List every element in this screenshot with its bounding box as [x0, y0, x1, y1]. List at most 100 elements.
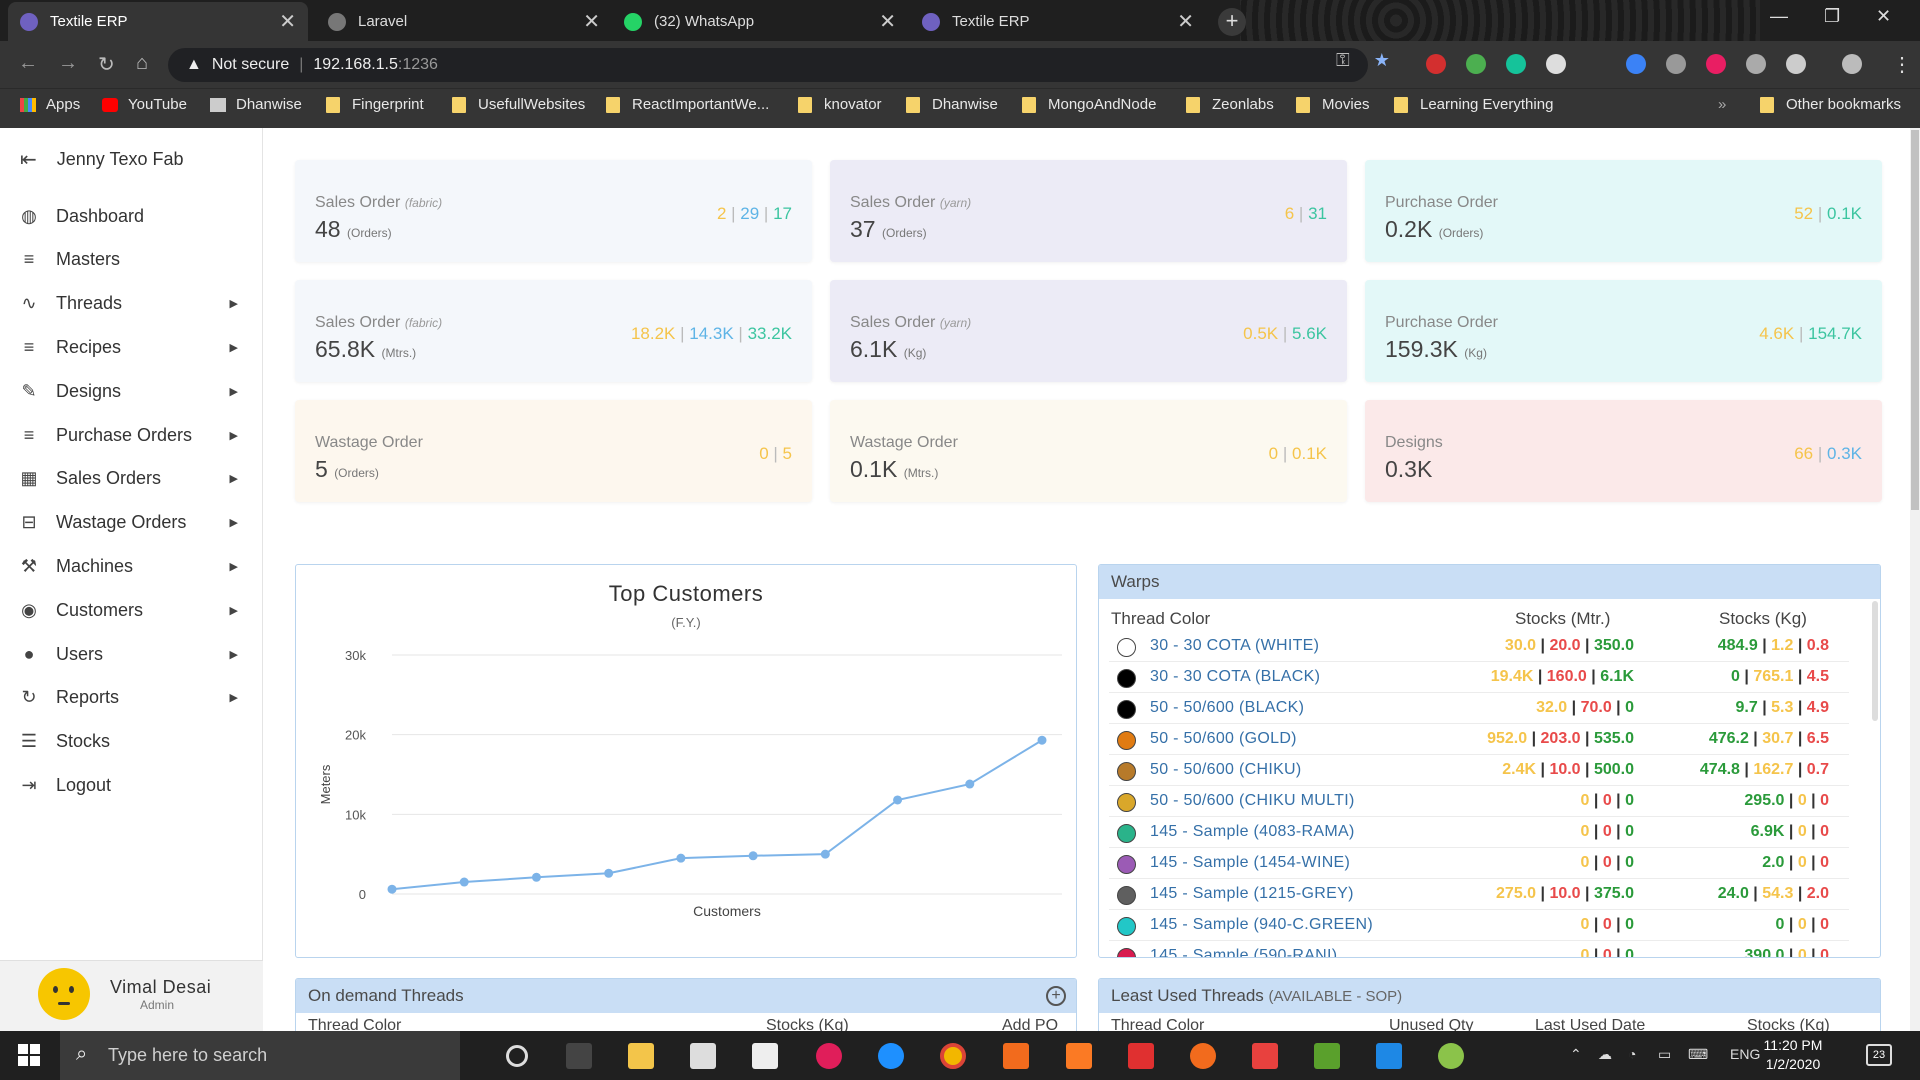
slack-icon[interactable] — [816, 1043, 842, 1069]
bookmark-folder[interactable]: Learning Everything — [1394, 96, 1553, 113]
grammarly-extension-icon[interactable] — [1506, 54, 1526, 74]
sidebar-item-recipes[interactable]: ≡ Recipes ▶ — [0, 327, 262, 367]
forward-icon[interactable]: → — [58, 52, 78, 75]
bookmark-folder[interactable]: knovator — [798, 96, 882, 113]
extension-icon[interactable] — [1466, 54, 1486, 74]
table-row[interactable]: 145 - Sample (4083-RAMA) 0 | 0 | 0 6.9K | … — [1109, 817, 1849, 848]
table-row[interactable]: 145 - Sample (1454-WINE) 0 | 0 | 0 2.0 | 0… — [1109, 848, 1849, 879]
new-tab-button[interactable]: + — [1218, 8, 1246, 36]
extension-icon[interactable] — [1626, 54, 1646, 74]
table-row[interactable]: 50 - 50/600 (GOLD) 952.0 | 203.0 | 535.0 4… — [1109, 724, 1849, 755]
chrome-icon[interactable] — [940, 1043, 966, 1069]
battery-icon[interactable]: ▭ — [1658, 1046, 1671, 1063]
tray-overflow-icon[interactable]: ⌃ — [1570, 1046, 1582, 1063]
table-row[interactable]: 145 - Sample (1215-GREY) 275.0 | 10.0 | 3… — [1109, 879, 1849, 910]
add-circle-icon[interactable]: + — [1046, 986, 1066, 1006]
browser-tab[interactable]: Laravel ✕ — [316, 2, 612, 41]
sidebar-item-machines[interactable]: ⚒ Machines ▶ — [0, 546, 262, 586]
table-row[interactable]: 30 - 30 COTA (WHITE) 30.0 | 20.0 | 350.0 4… — [1109, 631, 1849, 662]
bookmark-folder[interactable]: Zeonlabs — [1186, 96, 1274, 113]
file-explorer-icon[interactable] — [628, 1043, 654, 1069]
sidebar-item-threads[interactable]: ∿ Threads ▶ — [0, 284, 262, 324]
postman-icon[interactable] — [1003, 1043, 1029, 1069]
stat-card[interactable]: Purchase Order 0.2K (Orders) 52 | 0.1K — [1365, 160, 1882, 262]
app-icon[interactable] — [1190, 1043, 1216, 1069]
edge-icon[interactable] — [878, 1043, 904, 1069]
browser-tab[interactable]: Textile ERP ✕ — [910, 2, 1206, 41]
sidebar-item-logout[interactable]: ⇥ Logout — [0, 765, 262, 805]
stat-card[interactable]: Sales Order (fabric) 48 (Orders) 2 | 29 | … — [295, 160, 812, 262]
table-row[interactable]: 50 - 50/600 (BLACK) 32.0 | 70.0 | 0 9.7 | … — [1109, 693, 1849, 724]
color-extension-icon[interactable] — [1706, 54, 1726, 74]
home-icon[interactable]: ⌂ — [136, 52, 148, 75]
taskbar-search[interactable]: ⌕ Type here to search — [60, 1031, 460, 1080]
tab-close-icon[interactable]: ✕ — [583, 9, 600, 34]
windows-start-icon[interactable] — [18, 1044, 40, 1066]
stat-card[interactable]: Purchase Order 159.3K (Kg) 4.6K | 154.7K — [1365, 280, 1882, 382]
anydesk-icon[interactable] — [1252, 1043, 1278, 1069]
stat-card[interactable]: Sales Order (fabric) 65.8K (Mtrs.) 18.2K |… — [295, 280, 812, 382]
stat-card[interactable]: Sales Order (yarn) 6.1K (Kg) 0.5K | 5.6K — [830, 280, 1347, 382]
page-scrollbar-thumb[interactable] — [1911, 130, 1919, 510]
profile-avatar-icon[interactable] — [1842, 54, 1862, 74]
browser-tab[interactable]: (32) WhatsApp ✕ — [612, 2, 908, 41]
stat-card[interactable]: Sales Order (yarn) 37 (Orders) 6 | 31 — [830, 160, 1347, 262]
vscode-icon[interactable] — [1376, 1043, 1402, 1069]
xampp-icon[interactable] — [1066, 1043, 1092, 1069]
bookmark-folder[interactable]: Movies — [1296, 96, 1370, 113]
minimize-icon[interactable]: — — [1770, 6, 1788, 27]
sidebar-item-designs[interactable]: ✎ Designs ▶ — [0, 371, 262, 411]
app-icon[interactable] — [1128, 1043, 1154, 1069]
collapse-menu-icon[interactable]: ⇤ — [20, 147, 37, 172]
warps-scrollbar[interactable] — [1872, 601, 1878, 721]
sidebar-item-users[interactable]: ● Users ▶ — [0, 634, 262, 674]
bookmark-dhanwise[interactable]: Dhanwise — [210, 96, 302, 113]
tab-close-icon[interactable]: ✕ — [879, 9, 896, 34]
bookmark-apps[interactable]: Apps — [20, 96, 80, 113]
chat-extension-icon[interactable] — [1546, 54, 1566, 74]
bookmark-folder[interactable]: Fingerprint — [326, 96, 424, 113]
notification-center-icon[interactable]: 23 — [1866, 1044, 1892, 1066]
sidebar-item-customers[interactable]: ◉ Customers ▶ — [0, 590, 262, 630]
url-bar[interactable]: ▲ Not secure | 192.168.1.5:1236 — [168, 48, 1368, 82]
sidebar-item-sales-orders[interactable]: ▦ Sales Orders ▶ — [0, 459, 262, 499]
bookmark-youtube[interactable]: YouTube — [102, 96, 187, 113]
sidebar-item-dashboard[interactable]: ◍ Dashboard — [0, 196, 262, 236]
key-icon[interactable]: ⚿ — [1336, 50, 1350, 71]
sidebar-item-wastage-orders[interactable]: ⊟ Wastage Orders ▶ — [0, 503, 262, 543]
bookmark-folder[interactable]: ReactImportantWe... — [606, 96, 769, 113]
tab-close-icon[interactable]: ✕ — [1177, 9, 1194, 34]
sidebar-item-stocks[interactable]: ☰ Stocks — [0, 722, 262, 762]
task-view-icon[interactable] — [566, 1043, 592, 1069]
table-row[interactable]: 145 - Sample (590-RANI) 0 | 0 | 0 390.0 | … — [1109, 941, 1849, 957]
sidebar-item-reports[interactable]: ↻ Reports ▶ — [0, 678, 262, 718]
tab-close-icon[interactable]: ✕ — [279, 9, 296, 34]
table-row[interactable]: 30 - 30 COTA (BLACK) 19.4K | 160.0 | 6.1K… — [1109, 662, 1849, 693]
stat-card[interactable]: Wastage Order 5 (Orders) 0 | 5 — [295, 400, 812, 502]
store-icon[interactable] — [690, 1043, 716, 1069]
table-row[interactable]: 50 - 50/600 (CHIKU MULTI) 0 | 0 | 0 295.0 … — [1109, 786, 1849, 817]
sidebar-item-masters[interactable]: ≡ Masters — [0, 240, 262, 280]
app-icon[interactable] — [1438, 1043, 1464, 1069]
adblock-extension-icon[interactable] — [1426, 54, 1446, 74]
bookmark-folder[interactable]: Dhanwise — [906, 96, 998, 113]
stat-card[interactable]: Designs 0.3K 66 | 0.3K — [1365, 400, 1882, 502]
extension-icon[interactable] — [1666, 54, 1686, 74]
mail-icon[interactable] — [752, 1043, 778, 1069]
cortana-icon[interactable] — [506, 1045, 528, 1067]
keyboard-icon[interactable]: ⌨ — [1688, 1046, 1708, 1063]
reload-icon[interactable]: ↻ — [98, 52, 115, 77]
browser-tab-active[interactable]: Textile ERP ✕ — [8, 2, 308, 41]
bookmark-folder[interactable]: UsefullWebsites — [452, 96, 585, 113]
extension-icon[interactable] — [1786, 54, 1806, 74]
clock[interactable]: 11:20 PM 1/2/2020 — [1748, 1036, 1838, 1074]
page-scrollbar[interactable] — [1910, 128, 1920, 1031]
table-row[interactable]: 50 - 50/600 (CHIKU) 2.4K | 10.0 | 500.0 47… — [1109, 755, 1849, 786]
restore-icon[interactable]: ❐ — [1824, 6, 1840, 27]
close-window-icon[interactable]: ✕ — [1876, 6, 1891, 27]
notepad-icon[interactable] — [1314, 1043, 1340, 1069]
bookmarks-overflow-button[interactable]: » — [1718, 96, 1726, 113]
bookmark-folder[interactable]: MongoAndNode — [1022, 96, 1156, 113]
table-row[interactable]: 145 - Sample (940-C.GREEN) 0 | 0 | 00 | 0… — [1109, 910, 1849, 941]
menu-kebab-icon[interactable]: ⋮ — [1892, 52, 1912, 77]
